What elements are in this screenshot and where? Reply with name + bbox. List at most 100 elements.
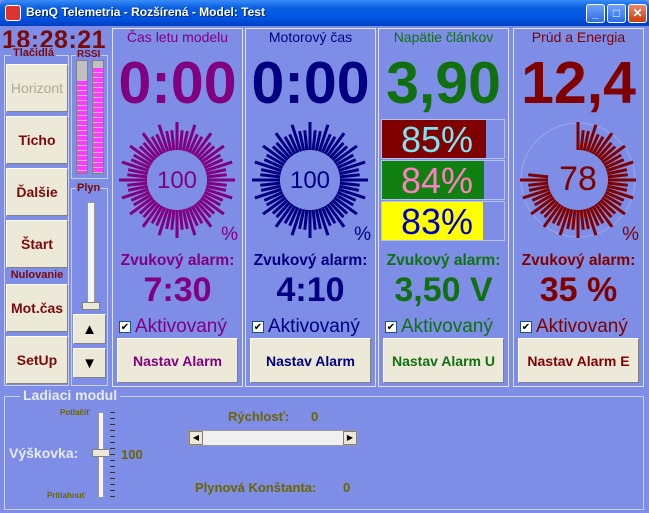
flight-time-unit: % (221, 224, 238, 245)
flight-time-panel: Čas letu modelu 0:00 100 % Zvukový alarm… (112, 28, 243, 387)
energy-unit: % (622, 224, 639, 245)
gauge-tick (571, 209, 577, 230)
maximize-button[interactable]: □ (607, 4, 626, 23)
up-arrow-button[interactable]: ▲ (73, 314, 106, 344)
pritiahnut-label: Pritiahnuť (47, 491, 86, 500)
gauge-tick (127, 181, 148, 187)
checkbox-icon[interactable]: ✔ (119, 321, 131, 333)
vyskovka-slider-ticks (110, 412, 115, 498)
window-title: BenQ Telemetria - Rozšírená - Model: Tes… (26, 5, 265, 19)
setup-button[interactable]: SetUp (6, 336, 68, 384)
flight-time-alarm-value: 7:30 (143, 271, 212, 309)
gauge-tick (260, 181, 281, 187)
current-energy-value: 12,4 (521, 50, 636, 116)
ticho-button[interactable]: Ticho (6, 116, 68, 164)
flight-time-gauge-value: 100 (157, 167, 197, 194)
gauge-tick (178, 130, 184, 151)
checkbox-label: Aktivovaný (268, 316, 360, 337)
throttle-slider-track[interactable] (87, 202, 95, 308)
potlacit-label: Potlačiť (60, 408, 91, 417)
gauge-tick (127, 173, 148, 179)
gauge-tick (303, 130, 309, 151)
rssi-bar-1 (76, 60, 88, 174)
tuning-module-title: Ladiaci modul (20, 387, 121, 403)
motor-time-unit: % (354, 224, 371, 245)
motor-time-alarm-checkbox[interactable]: ✔ Aktivovaný (252, 316, 360, 338)
cell-1-percent: 85% (400, 119, 474, 160)
down-arrow-button[interactable]: ▼ (73, 348, 106, 378)
cell-voltage-panel: Napätie článkov 3,90 85% 84% 83% Zvukový… (378, 28, 509, 387)
checkbox-label: Aktivovaný (135, 316, 227, 337)
checkbox-label: Aktivovaný (401, 316, 493, 337)
throttle-slider-thumb[interactable] (82, 302, 100, 310)
motor-time-value: 0:00 (251, 50, 370, 116)
gauge-tick (528, 181, 549, 187)
cell-2-bar: 84% (381, 160, 505, 201)
dalsie-button[interactable]: Ďalšie (6, 168, 68, 216)
mot-cas-button[interactable]: Mot.čas (6, 284, 68, 332)
nastav-alarm-u-button[interactable]: Nastav Alarm U (383, 338, 504, 383)
checkbox-icon[interactable]: ✔ (252, 321, 264, 333)
gauge-tick (607, 173, 628, 179)
gauge-tick (260, 173, 281, 179)
rychlost-value: 0 (311, 409, 319, 424)
cell-3-percent: 83% (400, 201, 474, 242)
gauge-tick (607, 181, 628, 187)
nastav-alarm-e-button[interactable]: Nastav Alarm E (518, 338, 639, 383)
energy-alarm-checkbox[interactable]: ✔ Aktivovaný (520, 316, 628, 338)
rssi-label: RSSI (76, 49, 102, 60)
motor-time-gauge-value: 100 (290, 167, 330, 194)
flight-time-value: 0:00 (118, 50, 237, 116)
motor-time-title: Motorový čas (268, 29, 353, 45)
gauge-tick (579, 209, 585, 230)
scroll-left-button[interactable]: ◀ (189, 431, 203, 445)
rychlost-scrollbar[interactable]: ◀ ▶ (188, 430, 358, 446)
cell-voltage-value: 3,90 (386, 50, 501, 116)
energy-alarm-label: Zvukový alarm: (521, 252, 636, 269)
rssi-bar-fill (93, 67, 103, 173)
gauge-tick (339, 173, 360, 179)
checkbox-icon[interactable]: ✔ (385, 321, 397, 333)
gauge-tick (206, 173, 227, 179)
close-button[interactable]: ✕ (628, 4, 647, 23)
checkbox-icon[interactable]: ✔ (520, 321, 532, 333)
flight-time-alarm-checkbox[interactable]: ✔ Aktivovaný (119, 316, 227, 338)
plynova-konstanta-value: 0 (343, 480, 351, 495)
gauge-tick (206, 181, 227, 187)
horizont-button[interactable]: Horizont (6, 64, 68, 112)
cell-2-percent: 84% (400, 160, 474, 201)
nastav-alarm-button[interactable]: Nastav Alarm (117, 338, 238, 383)
gauge-tick (573, 130, 575, 150)
nulovanie-label: Nulovanie (10, 269, 64, 281)
flight-time-title: Čas letu modelu (126, 29, 229, 45)
rychlost-label: Rýchlosť: (228, 409, 290, 424)
gauge-tick (528, 173, 549, 179)
vyskovka-slider-thumb[interactable] (92, 449, 110, 457)
throttle-label: Plyn (76, 182, 102, 194)
gauge-tick (311, 209, 317, 230)
minimize-button[interactable]: _ (586, 4, 605, 23)
start-button[interactable]: Štart (6, 220, 68, 268)
cell-voltage-alarm-label: Zvukový alarm: (386, 252, 501, 269)
scroll-right-button[interactable]: ▶ (343, 431, 357, 445)
energy-alarm-value: 35 % (539, 271, 618, 309)
current-energy-title: Prúd a Energia (531, 29, 626, 45)
app-icon (5, 5, 21, 21)
energy-gauge-value: 78 (559, 160, 597, 198)
gauge-tick (178, 209, 184, 230)
gauge-tick (170, 130, 176, 151)
cell-voltage-alarm-value: 3,50 V (394, 271, 493, 309)
cell-voltage-alarm-checkbox[interactable]: ✔ Aktivovaný (385, 316, 493, 338)
buttons-group-title: Tlačidlá (11, 47, 56, 59)
cell-1-bar: 85% (381, 119, 505, 160)
vyskovka-value: 100 (121, 447, 143, 462)
cell-3-bar: 83% (381, 201, 505, 242)
cell-voltage-title: Napätie článkov (393, 29, 494, 45)
motor-time-alarm-label: Zvukový alarm: (253, 252, 368, 269)
nastav-alarm-motor-button[interactable]: Nastav Alarm (250, 338, 371, 383)
gauge-tick (311, 130, 317, 151)
checkbox-label: Aktivovaný (536, 316, 628, 337)
plynova-konstanta-label: Plynová Konštanta: (195, 480, 317, 495)
gauge-tick (339, 181, 360, 187)
title-bar: BenQ Telemetria - Rozšírená - Model: Tes… (0, 0, 649, 26)
